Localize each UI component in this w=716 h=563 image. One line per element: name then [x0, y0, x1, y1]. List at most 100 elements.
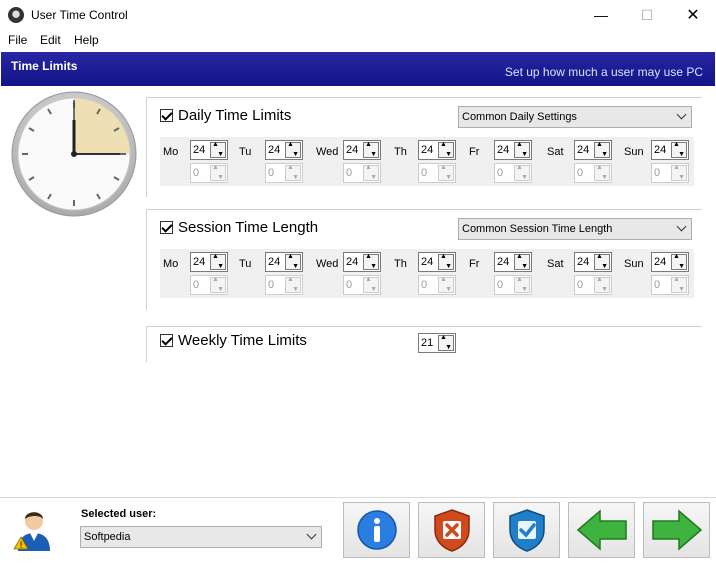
daily-hours-spinner[interactable]: 24 — [190, 140, 228, 160]
weekly-check-icon[interactable] — [160, 334, 173, 347]
day-label: Mo — [163, 146, 179, 158]
session-hours-spinner[interactable]: 24 — [651, 252, 689, 272]
back-button[interactable] — [568, 502, 635, 558]
forward-button[interactable] — [643, 502, 710, 558]
spin-arrows-icon — [594, 276, 610, 293]
minutes-value: 0 — [577, 279, 584, 291]
spin-arrows-icon[interactable] — [210, 141, 226, 158]
weekly-checkbox[interactable]: Weekly Time Limits — [160, 332, 307, 349]
maximize-button[interactable]: ☐ — [624, 0, 670, 30]
session-preset-select[interactable]: Common Session Time Length — [458, 218, 692, 240]
minimize-button[interactable]: — — [578, 0, 624, 30]
spin-arrows-icon[interactable] — [671, 253, 687, 270]
hours-value: 24 — [577, 256, 590, 268]
chevron-down-icon — [676, 109, 687, 120]
spin-arrows-icon[interactable] — [594, 253, 610, 270]
daily-minutes-spinner: 0 — [190, 163, 228, 183]
session-checkbox[interactable]: Session Time Length — [160, 219, 318, 236]
day-label: Sat — [547, 258, 564, 270]
daily-hours-spinner[interactable]: 24 — [494, 140, 532, 160]
weekly-frame-left — [146, 326, 147, 362]
spin-arrows-icon — [363, 164, 379, 181]
minutes-value: 0 — [421, 279, 428, 291]
weekly-value: 21 — [421, 337, 434, 349]
menu-edit[interactable]: Edit — [40, 33, 61, 47]
weekly-label: Weekly Time Limits — [178, 332, 307, 349]
spin-arrows-icon[interactable] — [285, 253, 301, 270]
daily-hours-spinner[interactable]: 24 — [574, 140, 612, 160]
session-hours-spinner[interactable]: 24 — [494, 252, 532, 272]
window-title: User Time Control — [31, 8, 128, 22]
daily-checkbox[interactable]: Daily Time Limits — [160, 107, 291, 124]
weekly-spinner[interactable]: 21 — [418, 333, 456, 353]
hours-value: 24 — [346, 256, 359, 268]
spin-arrows-icon — [438, 164, 454, 181]
daily-minutes-spinner: 0 — [494, 163, 532, 183]
spin-arrows-icon[interactable] — [514, 253, 530, 270]
minutes-value: 0 — [421, 167, 428, 179]
session-minutes-spinner: 0 — [574, 275, 612, 295]
session-minutes-spinner: 0 — [494, 275, 532, 295]
shield-ok-icon — [508, 509, 545, 552]
cancel-button[interactable] — [418, 502, 485, 558]
hours-value: 24 — [421, 256, 434, 268]
hours-value: 24 — [268, 256, 281, 268]
spin-arrows-icon — [514, 276, 530, 293]
spin-arrows-icon[interactable] — [210, 253, 226, 270]
day-label: Sun — [624, 258, 644, 270]
hours-value: 24 — [193, 144, 206, 156]
title-bar: User Time Control — ☐ ✕ — [0, 0, 716, 30]
day-label: Tu — [239, 146, 252, 158]
session-minutes-spinner: 0 — [651, 275, 689, 295]
session-label: Session Time Length — [178, 219, 319, 236]
session-minutes-spinner: 0 — [190, 275, 228, 295]
spin-arrows-icon[interactable] — [671, 141, 687, 158]
session-frame-top — [146, 209, 702, 210]
day-label: Fr — [469, 146, 480, 158]
hours-value: 24 — [577, 144, 590, 156]
banner-subtitle: Set up how much a user may use PC — [504, 65, 703, 79]
menu-file[interactable]: File — [8, 33, 27, 47]
daily-check-icon[interactable] — [160, 109, 173, 122]
minutes-value: 0 — [268, 167, 275, 179]
hours-value: 24 — [193, 256, 206, 268]
spin-arrows-icon[interactable] — [594, 141, 610, 158]
minutes-value: 0 — [654, 167, 661, 179]
spin-arrows-icon — [210, 164, 226, 181]
user-select[interactable]: Softpedia — [80, 526, 322, 548]
spin-arrows-icon — [438, 276, 454, 293]
spin-arrows-icon[interactable] — [438, 141, 454, 158]
minutes-value: 0 — [193, 279, 200, 291]
session-check-icon[interactable] — [160, 221, 173, 234]
spin-arrows-icon[interactable] — [514, 141, 530, 158]
spin-arrows-icon[interactable] — [285, 141, 301, 158]
spin-arrows-icon — [514, 164, 530, 181]
session-hours-spinner[interactable]: 24 — [574, 252, 612, 272]
daily-hours-spinner[interactable]: 24 — [343, 140, 381, 160]
session-hours-spinner[interactable]: 24 — [265, 252, 303, 272]
close-button[interactable]: ✕ — [670, 0, 716, 30]
session-hours-spinner[interactable]: 24 — [343, 252, 381, 272]
chevron-down-icon — [676, 221, 687, 232]
banner-title: Time Limits — [11, 59, 78, 73]
daily-hours-spinner[interactable]: 24 — [418, 140, 456, 160]
daily-preset-select[interactable]: Common Daily Settings — [458, 106, 692, 128]
session-hours-spinner[interactable]: 24 — [418, 252, 456, 272]
daily-hours-spinner[interactable]: 24 — [265, 140, 303, 160]
hours-value: 24 — [268, 144, 281, 156]
info-button[interactable] — [343, 502, 410, 558]
spin-arrows-icon — [671, 164, 687, 181]
spin-arrows-icon — [671, 276, 687, 293]
chevron-down-icon — [306, 529, 317, 540]
spin-arrows-icon[interactable] — [438, 334, 454, 351]
daily-hours-spinner[interactable]: 24 — [651, 140, 689, 160]
shield-cancel-icon — [433, 509, 470, 552]
menu-help[interactable]: Help — [74, 33, 99, 47]
spin-arrows-icon[interactable] — [363, 253, 379, 270]
spin-arrows-icon[interactable] — [363, 141, 379, 158]
apply-button[interactable] — [493, 502, 560, 558]
spin-arrows-icon[interactable] — [438, 253, 454, 270]
day-label: Sun — [624, 146, 644, 158]
daily-minutes-spinner: 0 — [265, 163, 303, 183]
session-hours-spinner[interactable]: 24 — [190, 252, 228, 272]
